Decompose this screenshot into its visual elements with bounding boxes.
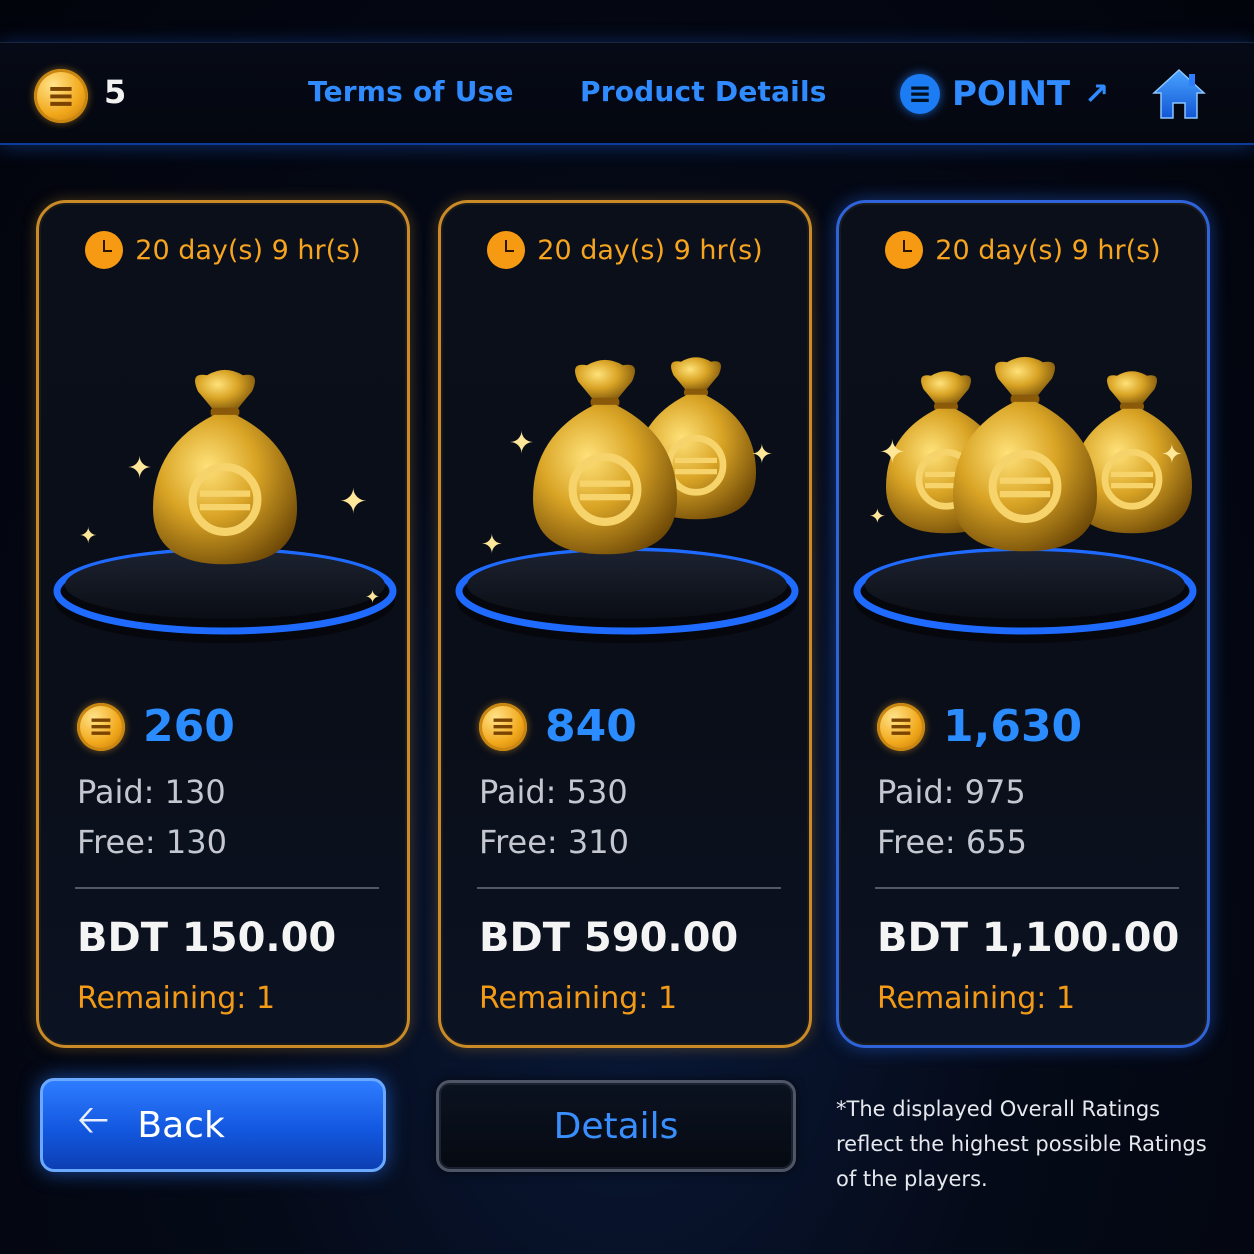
coin-amount-row: 260 (77, 701, 235, 752)
details-button[interactable]: Details (436, 1080, 796, 1172)
coin-icon (877, 702, 925, 751)
offer-illustration: ✦ ✦ ✦ (839, 303, 1207, 663)
arrow-up-right-icon: ↗ (1084, 76, 1110, 112)
offer-card-2[interactable]: 20 day(s) 9 hr(s) ✦ ✦ ✦ 840 Paid: 530 Fr… (438, 200, 812, 1048)
back-button[interactable]: 🡠 Back (40, 1078, 386, 1172)
paid-amount: Paid: 530 (479, 773, 628, 811)
free-amount: Free: 655 (877, 823, 1027, 861)
divider (477, 887, 781, 889)
svg-text:✦: ✦ (365, 587, 380, 608)
svg-text:✦: ✦ (339, 482, 368, 522)
svg-text:✦: ✦ (481, 530, 503, 560)
svg-text:✦: ✦ (751, 440, 773, 470)
coin-icon (479, 702, 527, 751)
back-label: Back (137, 1104, 225, 1146)
terms-of-use-link[interactable]: Terms of Use (308, 75, 514, 108)
remaining-count: Remaining: 1 (479, 981, 678, 1016)
offer-illustration: ✦ ✦ ✦ ✦ (39, 303, 407, 663)
coin-amount: 1,630 (943, 701, 1083, 752)
svg-text:✦: ✦ (879, 433, 906, 471)
ratings-footnote: *The displayed Overall Ratings reflect t… (836, 1097, 1207, 1191)
clock-icon (85, 231, 124, 269)
home-button[interactable] (1150, 65, 1208, 123)
paid-amount: Paid: 975 (877, 773, 1026, 811)
svg-text:✦: ✦ (1161, 440, 1183, 470)
remaining-count: Remaining: 1 (877, 981, 1076, 1016)
offer-illustration: ✦ ✦ ✦ (441, 303, 809, 663)
coin-icon (77, 702, 125, 751)
offer-card-1[interactable]: 20 day(s) 9 hr(s) ✦ ✦ ✦ ✦ 260 Paid: 130 … (36, 200, 410, 1048)
coin-amount: 260 (143, 701, 235, 752)
coin-amount-row: 840 (479, 701, 637, 752)
free-amount: Free: 310 (479, 823, 629, 861)
details-label: Details (553, 1105, 679, 1147)
countdown-timer: 20 day(s) 9 hr(s) (441, 231, 809, 269)
price: BDT 1,100.00 (877, 915, 1180, 961)
coin-amount-row: 1,630 (877, 701, 1082, 752)
money-bag-icon: ✦ ✦ ✦ (853, 303, 1197, 643)
countdown-timer: 20 day(s) 9 hr(s) (839, 231, 1207, 269)
point-link[interactable]: POINT ↗ (900, 69, 1109, 119)
price: BDT 150.00 (77, 915, 337, 961)
point-icon (900, 74, 940, 114)
arrow-left-icon: 🡠 (77, 1097, 110, 1143)
free-amount: Free: 130 (77, 823, 227, 861)
coin-icon (34, 69, 88, 123)
remaining-count: Remaining: 1 (77, 981, 276, 1016)
coin-balance: 5 (104, 73, 127, 111)
top-bar: 5 Terms of Use Product Details POINT ↗ (0, 42, 1254, 145)
price: BDT 590.00 (479, 915, 739, 961)
clock-icon (487, 231, 526, 269)
paid-amount: Paid: 130 (77, 773, 226, 811)
svg-text:✦: ✦ (79, 524, 97, 549)
countdown-timer: 20 day(s) 9 hr(s) (39, 231, 407, 269)
money-bag-icon: ✦ ✦ ✦ ✦ (53, 303, 397, 643)
clock-icon (885, 231, 924, 269)
divider (75, 887, 379, 889)
offer-card-3[interactable]: 20 day(s) 9 hr(s) ✦ ✦ ✦ 1,630 Paid: 975 … (836, 200, 1210, 1048)
coin-amount: 840 (545, 701, 637, 752)
point-label: POINT (952, 74, 1071, 114)
svg-text:✦: ✦ (869, 504, 886, 528)
home-icon (1152, 68, 1206, 119)
divider (875, 887, 1179, 889)
svg-text:✦: ✦ (509, 426, 534, 461)
product-details-link[interactable]: Product Details (580, 75, 827, 108)
svg-text:✦: ✦ (127, 451, 152, 486)
money-bag-icon: ✦ ✦ ✦ (455, 303, 799, 643)
